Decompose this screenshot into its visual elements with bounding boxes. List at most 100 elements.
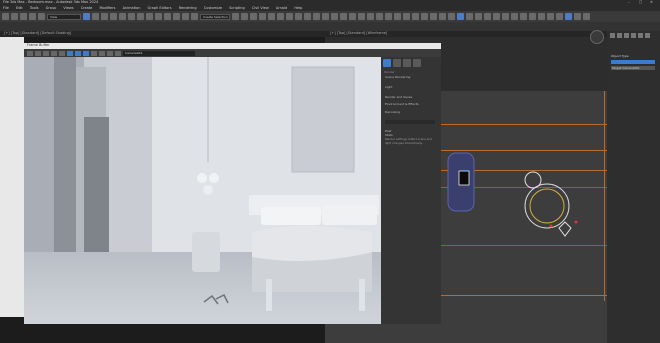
mono-icon[interactable] bbox=[99, 50, 105, 56]
undo-icon[interactable] bbox=[2, 13, 9, 20]
tool-ac-icon[interactable] bbox=[574, 13, 581, 20]
tool-w-icon[interactable] bbox=[520, 13, 527, 20]
unlink-icon[interactable] bbox=[29, 13, 36, 20]
tool-m-icon[interactable] bbox=[430, 13, 437, 20]
annotation-icon[interactable] bbox=[115, 50, 121, 56]
denoise-slider[interactable] bbox=[385, 120, 435, 124]
frame-window-icon[interactable] bbox=[304, 13, 311, 20]
menu-animation[interactable]: Animation bbox=[123, 6, 141, 10]
tool-r-icon[interactable] bbox=[475, 13, 482, 20]
menu-arnold[interactable]: Arnold bbox=[276, 6, 287, 10]
section-environment[interactable]: Environment & Effects bbox=[385, 102, 419, 106]
blue-channel-icon[interactable] bbox=[83, 50, 89, 56]
clone-window-icon[interactable] bbox=[43, 50, 49, 56]
rect-region-icon[interactable] bbox=[101, 13, 108, 20]
stop-icon[interactable] bbox=[403, 59, 411, 67]
settings-gear-icon[interactable] bbox=[413, 59, 421, 67]
move-icon[interactable] bbox=[119, 13, 126, 20]
tool-s-icon[interactable] bbox=[484, 13, 491, 20]
object-name-field[interactable]: Target Camera001 bbox=[611, 66, 655, 70]
save-image-icon[interactable] bbox=[27, 50, 33, 56]
redo-icon[interactable] bbox=[11, 13, 18, 20]
minimize-button[interactable]: – bbox=[628, 0, 630, 5]
tool-aa-icon[interactable] bbox=[556, 13, 563, 20]
tool-b-icon[interactable] bbox=[331, 13, 338, 20]
viewcube-icon[interactable] bbox=[590, 30, 604, 44]
menu-help[interactable]: Help bbox=[294, 6, 302, 10]
tool-q-icon[interactable] bbox=[466, 13, 473, 20]
tool-x-icon[interactable] bbox=[529, 13, 536, 20]
select-by-name-icon[interactable] bbox=[92, 13, 99, 20]
menu-views[interactable]: Views bbox=[63, 6, 73, 10]
tool-z-icon[interactable] bbox=[547, 13, 554, 20]
render-button-label[interactable]: Render bbox=[384, 70, 395, 74]
menu-modifiers[interactable]: Modifiers bbox=[99, 6, 115, 10]
curve-editor-icon[interactable] bbox=[268, 13, 275, 20]
rug-inner-wireframe[interactable] bbox=[529, 188, 565, 224]
tool-j-icon[interactable] bbox=[403, 13, 410, 20]
snap-icon[interactable] bbox=[164, 13, 171, 20]
tool-y-icon[interactable] bbox=[538, 13, 545, 20]
selection-filter-dropdown[interactable]: View bbox=[47, 13, 81, 20]
lamp-wireframe[interactable] bbox=[524, 171, 542, 189]
tool-c-icon[interactable] bbox=[340, 13, 347, 20]
wireframe-objects[interactable] bbox=[441, 140, 607, 250]
menu-file[interactable]: File bbox=[3, 6, 9, 10]
menu-create[interactable]: Create bbox=[81, 6, 93, 10]
tool-l-icon[interactable] bbox=[421, 13, 428, 20]
rotate-icon[interactable] bbox=[128, 13, 135, 20]
viewport-left[interactable] bbox=[0, 37, 24, 317]
angle-snap-icon[interactable] bbox=[173, 13, 180, 20]
close-button[interactable]: ✕ bbox=[650, 0, 653, 5]
tool-d-icon[interactable] bbox=[349, 13, 356, 20]
motion-tab-icon[interactable] bbox=[631, 33, 636, 38]
rug-wireframe[interactable] bbox=[524, 183, 570, 229]
tool-t-icon[interactable] bbox=[493, 13, 500, 20]
swatch-icon[interactable] bbox=[107, 50, 113, 56]
render-setup-icon[interactable] bbox=[295, 13, 302, 20]
viewport-left-label[interactable]: [+] [Top] [Standard] [Default Shading] bbox=[4, 31, 71, 36]
tool-ab-icon[interactable] bbox=[565, 13, 572, 20]
chair-wireframe[interactable] bbox=[558, 221, 572, 237]
link-icon[interactable] bbox=[20, 13, 27, 20]
viewport-right-label[interactable]: [+] [Top] [Standard] [Wireframe] bbox=[330, 31, 387, 36]
section-stats[interactable]: Stats bbox=[385, 133, 393, 137]
tool-u-icon[interactable] bbox=[502, 13, 509, 20]
render-icon[interactable] bbox=[313, 13, 320, 20]
modify-tab-icon[interactable] bbox=[617, 33, 622, 38]
named-selection-dropdown[interactable]: Create Selection Se bbox=[200, 13, 230, 20]
hierarchy-tab-icon[interactable] bbox=[624, 33, 629, 38]
clear-icon[interactable] bbox=[59, 50, 65, 56]
spinner-snap-icon[interactable] bbox=[191, 13, 198, 20]
align-icon[interactable] bbox=[241, 13, 248, 20]
camera-icon[interactable] bbox=[574, 220, 578, 224]
maximize-button[interactable]: □ bbox=[639, 0, 642, 5]
alpha-channel-icon[interactable] bbox=[91, 50, 97, 56]
percent-snap-icon[interactable] bbox=[182, 13, 189, 20]
material-editor-icon[interactable] bbox=[286, 13, 293, 20]
graphite-icon[interactable] bbox=[259, 13, 266, 20]
tool-i-icon[interactable] bbox=[394, 13, 401, 20]
tool-f-icon[interactable] bbox=[367, 13, 374, 20]
green-channel-icon[interactable] bbox=[75, 50, 81, 56]
tool-k-icon[interactable] bbox=[412, 13, 419, 20]
print-icon[interactable] bbox=[51, 50, 57, 56]
mirror-icon[interactable] bbox=[232, 13, 239, 20]
scale-icon[interactable] bbox=[137, 13, 144, 20]
menu-group[interactable]: Group bbox=[46, 6, 57, 10]
tool-p-icon[interactable] bbox=[457, 13, 464, 20]
pause-icon[interactable] bbox=[393, 59, 401, 67]
tool-a-icon[interactable] bbox=[322, 13, 329, 20]
menu-civil-view[interactable]: Civil View bbox=[252, 6, 269, 10]
tool-n-icon[interactable] bbox=[439, 13, 446, 20]
tool-ad-icon[interactable] bbox=[583, 13, 590, 20]
tool-h-icon[interactable] bbox=[385, 13, 392, 20]
selected-object-icon[interactable] bbox=[458, 170, 470, 186]
menu-scripting[interactable]: Scripting bbox=[229, 6, 245, 10]
menu-tools[interactable]: Tools bbox=[30, 6, 39, 10]
section-scene-rendering[interactable]: Scene Rendering bbox=[385, 75, 410, 79]
window-crossing-icon[interactable] bbox=[110, 13, 117, 20]
utilities-tab-icon[interactable] bbox=[645, 33, 650, 38]
tool-g-icon[interactable] bbox=[376, 13, 383, 20]
camera-target-icon[interactable] bbox=[549, 224, 553, 228]
